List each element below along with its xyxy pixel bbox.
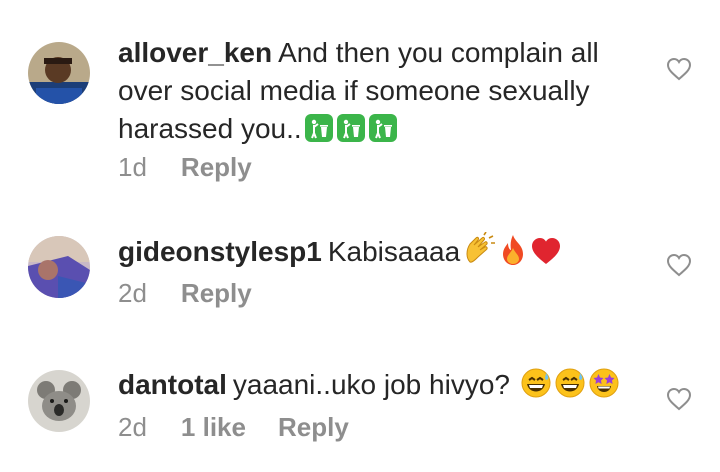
comment-meta: 2d 1 like Reply <box>118 412 349 443</box>
red-heart-icon <box>530 236 562 276</box>
grinning-sweat-face-icon <box>554 367 586 409</box>
reply-button[interactable]: Reply <box>181 152 252 183</box>
comment-item: allover_ken And then you complain all ove… <box>0 0 720 200</box>
reply-button[interactable]: Reply <box>181 278 252 309</box>
litter-bin-icon <box>368 113 398 153</box>
fire-icon <box>498 234 528 276</box>
comment-timestamp: 2d <box>118 278 147 308</box>
comment-meta: 1d Reply <box>118 152 252 183</box>
like-count[interactable]: 1 like <box>181 412 246 443</box>
avatar[interactable] <box>28 42 90 104</box>
avatar[interactable] <box>28 370 90 432</box>
like-heart-icon[interactable] <box>666 57 692 81</box>
comment-username[interactable]: dantotal <box>118 369 227 400</box>
like-heart-icon[interactable] <box>666 387 692 411</box>
comment-timestamp: 2d <box>118 412 147 442</box>
comment-text: dantotal yaaani..uko job hivyo? <box>118 366 638 409</box>
star-struck-face-icon <box>588 367 620 409</box>
clapping-hands-icon <box>462 231 496 276</box>
comment-username[interactable]: gideonstylesp1 <box>118 236 322 267</box>
litter-bin-icon <box>336 113 366 153</box>
comment-text: allover_ken And then you complain all ove… <box>118 34 638 153</box>
comment-item: gideonstylesp1 Kabisaaaa 2d Reply <box>0 200 720 330</box>
grinning-sweat-face-icon <box>520 367 552 409</box>
comment-username[interactable]: allover_ken <box>118 37 272 68</box>
avatar[interactable] <box>28 236 90 298</box>
comment-body: Kabisaaaa <box>327 236 461 267</box>
comment-body: yaaani..uko job hivyo? <box>232 369 510 400</box>
reply-button[interactable]: Reply <box>278 412 349 443</box>
comment-item: dantotal yaaani..uko job hivyo? 2d 1 like R… <box>0 330 720 472</box>
like-heart-icon[interactable] <box>666 253 692 277</box>
comment-timestamp: 1d <box>118 152 147 182</box>
comment-meta: 2d Reply <box>118 278 252 309</box>
litter-bin-icon <box>304 113 334 153</box>
comment-text: gideonstylesp1 Kabisaaaa <box>118 231 638 276</box>
